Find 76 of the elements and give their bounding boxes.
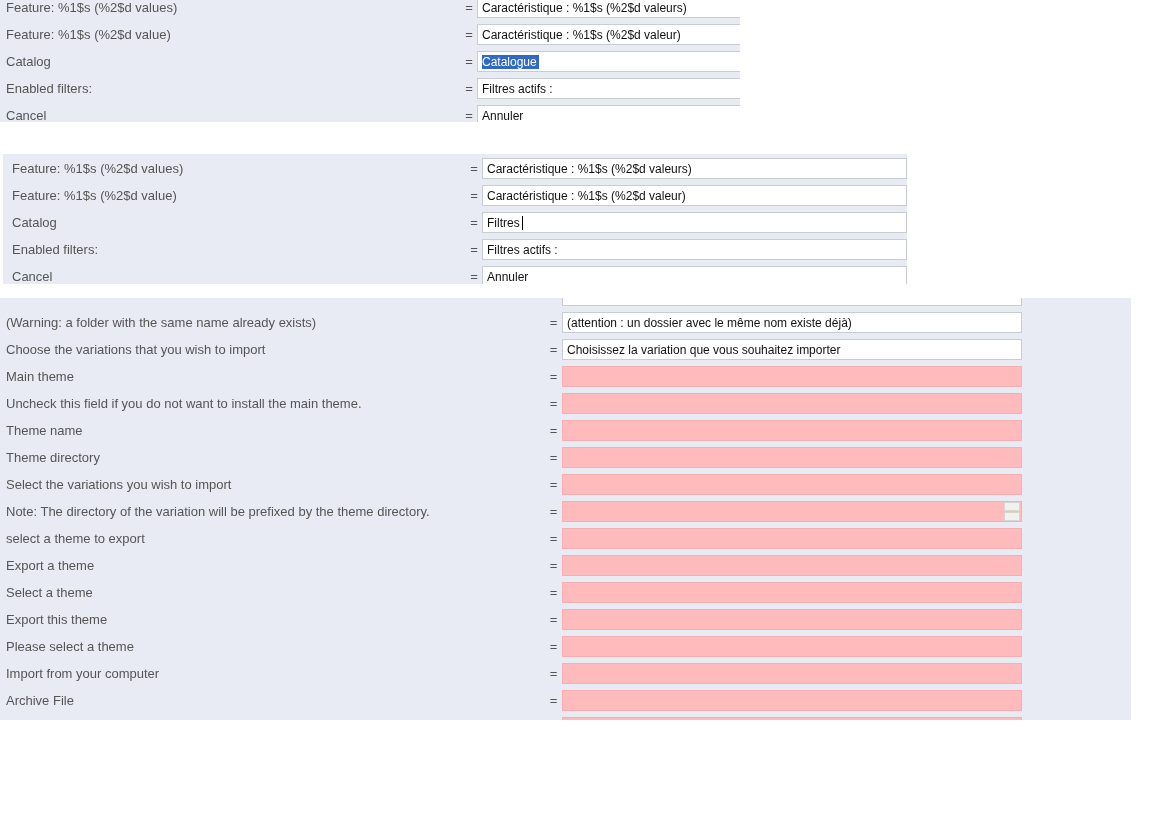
translation-field[interactable]: Caractéristique : %1$s (%2$d valeurs) [477,0,740,18]
source-text: (Warning: a folder with the same name already exists) [6,315,318,330]
source-text: Enabled filters: [12,242,99,257]
source-text: Choose the variations that you wish to import [6,342,267,357]
translation-field[interactable]: Filtres actifs : [477,78,740,99]
equals-sign: = [548,612,559,627]
scroll-arrows-icon[interactable] [1004,502,1020,521]
translation-field[interactable] [562,366,1022,387]
equals-sign: = [548,504,559,519]
source-text: Please select a theme [6,639,135,654]
equals-sign: = [548,639,559,654]
equals-sign: = [548,558,559,573]
equals-sign: = [464,54,474,69]
source-text: Feature: %1$s (%2$d values) [12,161,185,176]
source-text: Export a theme [6,558,96,573]
equals-sign: = [548,666,559,681]
source-text: Import from your computer [6,666,161,681]
equals-sign: = [464,0,474,15]
equals-sign: = [464,81,474,96]
translation-field[interactable] [562,501,1022,522]
equals-sign: = [469,161,479,176]
equals-sign: = [464,108,474,122]
translation-field[interactable]: Annuler [477,105,740,122]
equals-sign: = [469,215,479,230]
translation-field[interactable] [562,690,1022,711]
translation-field[interactable] [562,393,1022,414]
translation-field[interactable]: Annuler [482,266,907,284]
translation-field[interactable] [562,636,1022,657]
translation-field[interactable] [562,447,1022,468]
source-text: Cancel [6,108,48,122]
translation-field[interactable]: Filtres actifs : [482,239,907,260]
equals-sign: = [548,477,559,492]
source-text: Catalog [6,54,52,69]
source-text: Feature: %1$s (%2$d value) [12,188,178,203]
equals-sign: = [548,315,559,330]
translation-field[interactable] [562,555,1022,576]
source-text: Cancel [12,269,54,284]
source-text: Main theme [6,369,75,384]
translation-field[interactable]: Caractéristique : %1$s (%2$d valeur) [477,24,740,45]
source-text: Enabled filters: [6,81,93,96]
equals-sign: = [548,585,559,600]
source-text: Theme name [6,423,84,438]
translation-field[interactable]: Caractéristique : %1$s (%2$d valeur) [482,185,907,206]
equals-sign: = [469,242,479,257]
source-text: Theme directory [6,450,101,465]
translation-field[interactable] [562,474,1022,495]
translation-field[interactable] [562,420,1022,441]
translation-field[interactable]: (attention : un dossier avec le même nom existe déjà) [562,312,1022,333]
source-text: Select the variations you wish to import [6,477,233,492]
source-text: Export this theme [6,612,109,627]
equals-sign: = [548,369,559,384]
source-text: Note: The directory of the variation will be prefixed by the theme directory. [6,504,431,519]
equals-sign: = [548,450,559,465]
translation-field[interactable] [562,582,1022,603]
source-text: Feature: %1$s (%2$d value) [6,27,172,42]
equals-sign: = [548,342,559,357]
translation-field[interactable] [562,663,1022,684]
translation-field[interactable] [562,528,1022,549]
translation-field[interactable]: Choisissez la variation que vous souhaitez importer [562,339,1022,360]
source-text: Feature: %1$s (%2$d values) [6,0,179,15]
equals-sign: = [469,188,479,203]
source-text: Uncheck this field if you do not want to install the main theme. [6,396,363,411]
equals-sign: = [548,423,559,438]
source-text: Archive File [6,693,75,708]
equals-sign: = [469,269,479,284]
translation-field[interactable]: Caractéristique : %1$s (%2$d valeurs) [482,158,907,179]
translation-field[interactable]: Catalogue [477,51,740,72]
equals-sign: = [548,396,559,411]
source-text: Catalog [12,215,58,230]
equals-sign: = [548,693,559,708]
equals-sign: = [464,27,474,42]
translation-field[interactable]: Filtres [482,212,907,233]
source-text: select a theme to export [6,531,146,546]
source-text: Select a theme [6,585,94,600]
translation-field[interactable] [562,609,1022,630]
equals-sign: = [548,531,559,546]
